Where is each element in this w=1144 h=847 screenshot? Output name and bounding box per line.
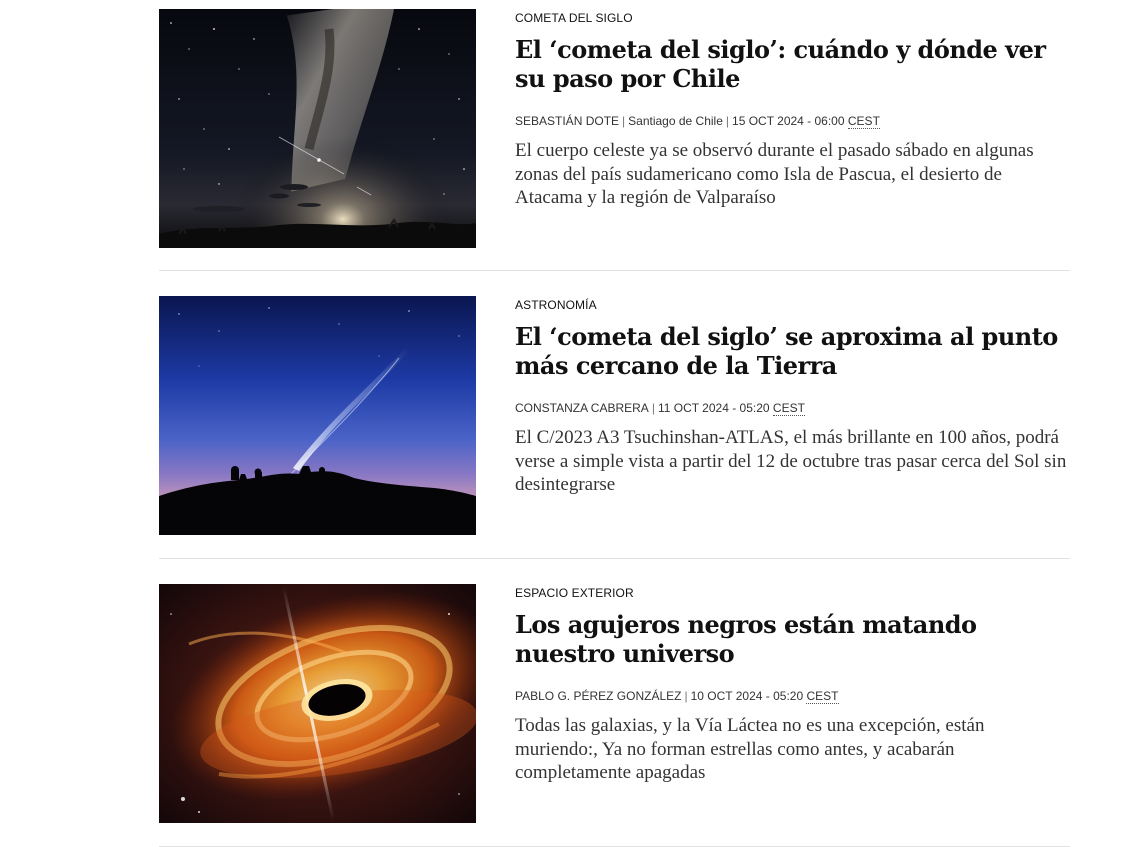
timezone: CEST (847, 114, 880, 129)
headline-link[interactable]: Los agujeros negros están matando nuestr… (515, 610, 977, 668)
byline-separator: | (725, 114, 730, 128)
location: Santiago de Chile (628, 114, 723, 128)
article-card: ESPACIO EXTERIOR Los agujeros negros est… (159, 559, 1070, 847)
author-link[interactable]: PABLO G. PÉREZ GONZÁLEZ (515, 689, 681, 703)
byline-separator: | (651, 401, 655, 415)
article-card: COMETA DEL SIGLO El ‘cometa del siglo’: … (159, 0, 1070, 271)
byline-separator: | (622, 114, 626, 128)
publish-date: 11 OCT 2024 - 05:20 (657, 401, 770, 415)
article-summary: El cuerpo celeste ya se observó durante … (515, 140, 1034, 208)
timezone: CEST (772, 401, 805, 416)
section-tag[interactable]: COMETA DEL SIGLO (515, 10, 633, 26)
author-link[interactable]: CONSTANZA CABRERA (515, 401, 649, 415)
article-headline: El ‘cometa del siglo’ se aproxima al pun… (515, 322, 1070, 380)
article-content: ASTRONOMÍA El ‘cometa del siglo’ se apro… (515, 296, 1070, 516)
article-summary: El C/2023 A3 Tsuchinshan-ATLAS, el más b… (515, 427, 1067, 495)
article-card: ASTRONOMÍA El ‘cometa del siglo’ se apro… (159, 271, 1070, 559)
article-headline: Los agujeros negros están matando nuestr… (515, 610, 1070, 668)
article-image-black-hole[interactable] (159, 584, 476, 823)
byline: PABLO G. PÉREZ GONZÁLEZ | 10 OCT 2024 - 05… (515, 688, 1070, 704)
article-feed: COMETA DEL SIGLO El ‘cometa del siglo’: … (159, 0, 1070, 847)
article-content: COMETA DEL SIGLO El ‘cometa del siglo’: … (515, 9, 1070, 229)
headline-link[interactable]: El ‘cometa del siglo’ se aproxima al pun… (515, 322, 1058, 380)
publish-date: 15 OCT 2024 - 06:00 (732, 114, 845, 128)
article-content: ESPACIO EXTERIOR Los agujeros negros est… (515, 584, 1070, 804)
article-image-comet[interactable] (159, 296, 476, 535)
section-tag[interactable]: ESPACIO EXTERIOR (515, 585, 634, 601)
article-headline: El ‘cometa del siglo’: cuándo y dónde ve… (515, 35, 1070, 93)
author-link[interactable]: SEBASTIÁN DOTE (515, 114, 619, 128)
timezone: CEST (806, 689, 839, 704)
byline: CONSTANZA CABRERA | 11 OCT 2024 - 05:20 CE… (515, 400, 1070, 416)
article-summary: Todas las galaxias, y la Vía Láctea no e… (515, 715, 985, 783)
byline: SEBASTIÁN DOTE | Santiago de Chile | 15 OCT … (515, 113, 1070, 129)
publish-date: 10 OCT 2024 - 05:20 (690, 689, 804, 703)
byline-separator: | (684, 689, 688, 703)
section-tag[interactable]: ASTRONOMÍA (515, 297, 597, 313)
article-image-milky-way[interactable] (159, 9, 476, 248)
headline-link[interactable]: El ‘cometa del siglo’: cuándo y dónde ve… (515, 35, 1046, 93)
